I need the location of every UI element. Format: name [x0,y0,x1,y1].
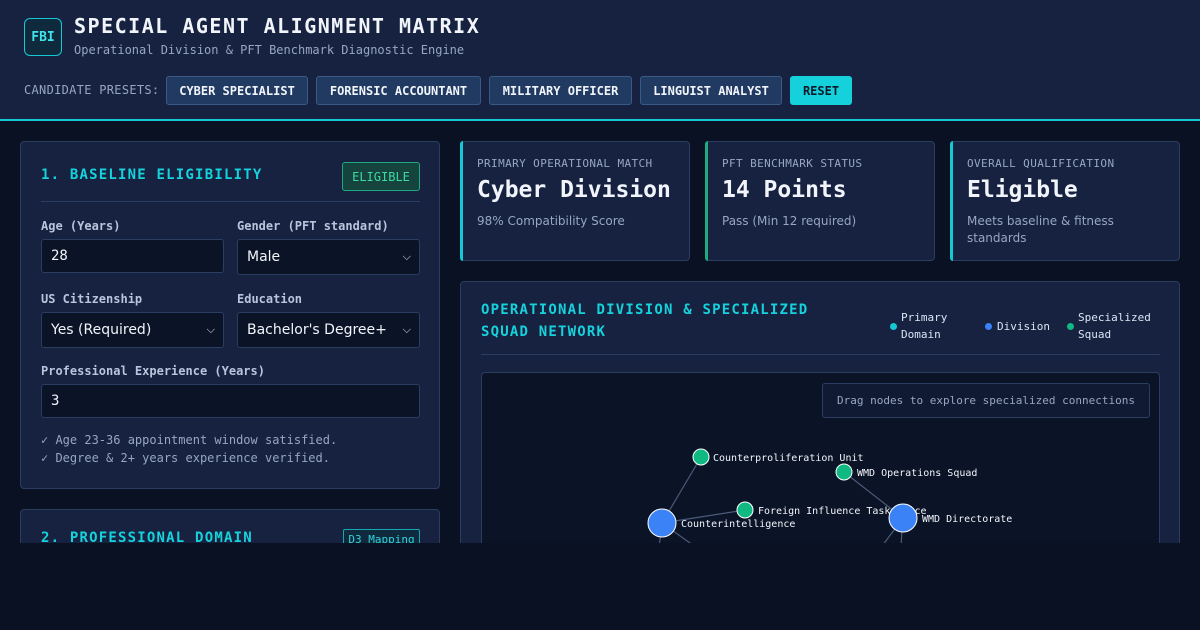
app-title: SPECIAL AGENT ALIGNMENT MATRIX [74,14,481,38]
stat-value: Cyber Division [477,177,671,203]
gender-select[interactable]: Male ⌵ [237,239,420,275]
preset-linguist-analyst-button[interactable]: LINGUIST ANALYST [640,76,782,105]
eligibility-status-badge: ELIGIBLE [342,162,420,191]
network-hint: Drag nodes to explore specialized connec… [822,383,1150,418]
card-accent [705,141,708,261]
network-node-circle[interactable] [835,463,853,481]
eligibility-check-age: ✓ Age 23-36 appointment window satisfied… [41,433,338,447]
network-graph-canvas[interactable]: Drag nodes to explore specialized connec… [481,372,1160,572]
overall-qualification-card: OVERALL QUALIFICATION Eligible Meets bas… [950,141,1180,261]
network-node-wmdops[interactable]: WMD Operations Squad [835,463,977,481]
citizenship-select[interactable]: Yes (Required) ⌵ [41,312,224,348]
legend-dot-division [985,323,992,330]
stat-label: OVERALL QUALIFICATION [967,157,1115,170]
network-title-line1: OPERATIONAL DIVISION & SPECIALIZED [481,302,809,318]
stat-label: PFT BENCHMARK STATUS [722,157,863,170]
legend-squad-line2: Squad [1078,328,1112,341]
network-node-label: WMD Operations Squad [857,468,977,479]
stat-label: PRIMARY OPERATIONAL MATCH [477,157,653,170]
panel-divider [41,201,420,202]
chevron-down-icon: ⌵ [206,323,215,336]
network-node-wmd[interactable]: WMD Directorate [888,503,1012,533]
pft-status-card: PFT BENCHMARK STATUS 14 Points Pass (Min… [705,141,935,261]
network-node-label: Counterproliferation Unit [713,453,864,464]
stat-note: Meets baseline & fitness standards [967,214,1114,245]
age-label: Age (Years) [41,219,121,233]
panel-divider [481,354,1160,355]
gender-value: Male [247,249,281,265]
reset-button[interactable]: RESET [790,76,852,105]
network-node-label: WMD Directorate [922,514,1012,525]
card-accent [950,141,953,261]
network-node-circle[interactable] [888,503,918,533]
presets-label: CANDIDATE PRESETS: [24,83,160,97]
chevron-down-icon: ⌵ [402,250,411,263]
baseline-eligibility-panel: 1. BASELINE ELIGIBILITY ELIGIBLE Age (Ye… [20,141,440,489]
app-subtitle: Operational Division & PFT Benchmark Dia… [74,43,465,57]
stat-value: 14 Points [722,177,847,203]
citizenship-label: US Citizenship [41,292,143,306]
app-header: FBI SPECIAL AGENT ALIGNMENT MATRIX Opera… [0,0,1200,121]
legend-primary-line1: Primary [901,311,948,324]
network-node-circle[interactable] [692,448,710,466]
network-node-circle[interactable] [647,508,677,538]
stat-value: Eligible [967,177,1078,203]
primary-match-card: PRIMARY OPERATIONAL MATCH Cyber Division… [460,141,690,261]
network-node-counterprolif[interactable]: Counterproliferation Unit [692,448,864,466]
legend-division: Division [997,320,1050,333]
card-accent [460,141,463,261]
network-title-line2: SQUAD NETWORK [481,324,607,340]
legend-primary-line2: Domain [901,328,941,341]
preset-forensic-accountant-button[interactable]: FORENSIC ACCOUNTANT [316,76,481,105]
education-select[interactable]: Bachelor's Degree+ ⌵ [237,312,420,348]
stat-note: Pass (Min 12 required) [722,214,857,228]
chevron-down-icon: ⌵ [402,323,411,336]
experience-label: Professional Experience (Years) [41,364,265,378]
preset-cyber-specialist-button[interactable]: CYBER SPECIALIST [166,76,308,105]
network-node-circle[interactable] [736,501,754,519]
legend-dot-primary [890,323,897,330]
age-value: 28 [51,248,68,264]
experience-value: 3 [51,393,60,409]
experience-input[interactable]: 3 [41,384,420,418]
education-value: Bachelor's Degree+ [247,322,387,338]
fbi-logo: FBI [24,18,62,56]
preset-military-officer-button[interactable]: MILITARY OFFICER [489,76,632,105]
legend-squad-line1: Specialized [1078,311,1151,324]
gender-label: Gender (PFT standard) [237,219,389,233]
age-input[interactable]: 28 [41,239,224,273]
stat-note: 98% Compatibility Score [477,214,625,228]
viewport-background [0,543,1200,630]
education-label: Education [237,292,303,306]
legend-dot-squad [1067,323,1074,330]
eligibility-check-degree: ✓ Degree & 2+ years experience verified. [41,451,330,465]
panel-title: 1. BASELINE ELIGIBILITY [41,167,263,183]
network-node-label: Counterintelligence [681,519,795,530]
citizenship-value: Yes (Required) [51,322,152,338]
